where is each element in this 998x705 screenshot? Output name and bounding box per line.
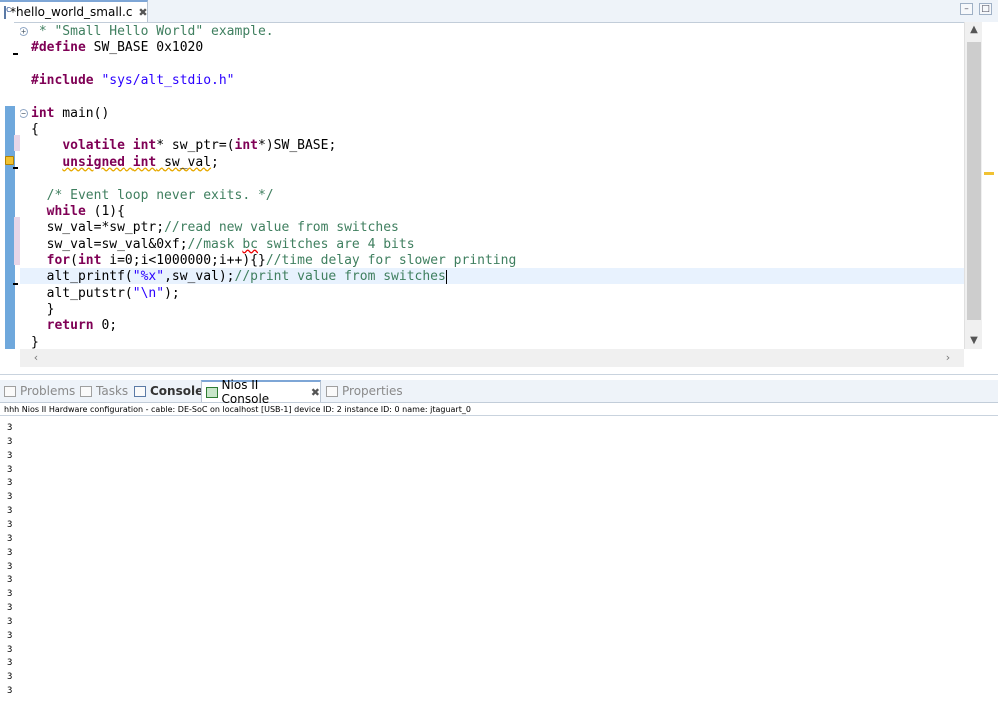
scrollbar-thumb[interactable] — [967, 42, 981, 320]
console-line: 3 — [7, 450, 13, 461]
console-header: hhh Nios II Hardware configuration - cab… — [0, 403, 998, 416]
views-tab-bar: Problems Tasks Console Nios II Console ✖… — [0, 378, 998, 406]
console-line: 3 — [7, 436, 13, 447]
console-line: 3 — [7, 575, 13, 586]
change-marker — [13, 283, 18, 285]
window-controls: – □ — [960, 3, 992, 15]
console-line: 3 — [7, 630, 13, 641]
close-icon[interactable]: ✖ — [311, 386, 320, 399]
code-line[interactable]: #include "sys/alt_stdio.h" — [31, 73, 235, 89]
editor-tab-hello-world-small[interactable]: *hello_world_small.c ✖ — [0, 0, 148, 22]
problems-icon — [4, 385, 16, 397]
console-output[interactable]: 3 3 3 3 3 3 3 3 3 3 3 3 3 3 3 3 3 3 3 3 — [0, 416, 998, 705]
tab-label: Tasks — [96, 384, 129, 398]
tab-label: Nios II Console — [221, 378, 270, 406]
vertical-ruler — [0, 22, 18, 349]
console-line: 3 — [7, 603, 13, 614]
code-line[interactable]: sw_val=*sw_ptr;//read new value from swi… — [31, 220, 399, 236]
scroll-left-arrow-icon[interactable]: ‹ — [28, 349, 44, 367]
code-line[interactable]: return 0; — [31, 318, 117, 334]
tab-tasks[interactable]: Tasks — [80, 380, 128, 402]
tasks-icon — [80, 385, 92, 397]
warning-overview-marker[interactable] — [984, 172, 994, 175]
console-icon — [134, 385, 146, 397]
tab-nios-ii-console[interactable]: Nios II Console ✖ — [201, 378, 321, 406]
editor-tab-title: *hello_world_small.c — [10, 5, 133, 19]
console-line: 3 — [7, 478, 13, 489]
code-line[interactable]: { — [31, 122, 39, 138]
console-line: 3 — [7, 464, 13, 475]
scroll-right-arrow-icon[interactable]: › — [940, 349, 956, 367]
tab-console[interactable]: Console — [134, 380, 203, 402]
code-line[interactable]: while (1){ — [31, 204, 125, 220]
scroll-up-arrow-icon[interactable]: ▲ — [965, 22, 983, 38]
console-line: 3 — [7, 519, 13, 530]
horizontal-scrollbar[interactable]: ‹ › — [20, 349, 964, 367]
code-line[interactable]: } — [31, 302, 55, 318]
vertical-scrollbar[interactable]: ▲ ▼ — [964, 22, 983, 349]
code-line[interactable]: alt_putstr("\n"); — [31, 286, 180, 302]
tab-label: Properties — [342, 384, 403, 398]
text-caret — [445, 269, 447, 284]
maximize-button[interactable]: □ — [979, 3, 992, 15]
code-line[interactable]: for(int i=0;i<1000000;i++){}//time delay… — [31, 253, 517, 269]
tab-properties[interactable]: Properties — [326, 380, 403, 402]
console-line: 3 — [7, 658, 13, 669]
change-marker — [13, 53, 18, 55]
console-line: 3 — [7, 672, 13, 683]
fold-collapse-icon[interactable]: − — [20, 108, 28, 118]
tab-problems[interactable]: Problems — [4, 380, 75, 402]
console-line: 3 — [7, 506, 13, 517]
overview-ruler — [982, 22, 998, 349]
code-area[interactable]: * "Small Hello World" example. #define SW… — [20, 22, 964, 349]
minimize-button[interactable]: – — [960, 3, 973, 15]
code-line[interactable]: } — [31, 335, 39, 349]
console-line: 3 — [7, 533, 13, 544]
editor-tab-bar: *hello_world_small.c ✖ – □ — [0, 0, 998, 23]
console-line: 3 — [7, 589, 13, 600]
console-line: 3 — [7, 492, 13, 503]
tab-label: Problems — [20, 384, 76, 398]
fold-expand-icon[interactable]: + — [20, 27, 28, 36]
code-line[interactable]: * "Small Hello World" example. — [31, 24, 274, 40]
console-line: 3 — [7, 547, 13, 558]
code-line[interactable]: sw_val=sw_val&0xf;//mask bc switches are… — [31, 237, 415, 253]
console-line: 3 — [7, 686, 13, 697]
code-line[interactable]: int main() — [31, 106, 109, 122]
console-line: 3 — [7, 616, 13, 627]
console-line: 3 — [7, 423, 13, 433]
console-line: 3 — [7, 644, 13, 655]
warning-icon[interactable] — [5, 156, 14, 165]
close-icon[interactable]: ✖ — [138, 6, 147, 19]
properties-icon — [326, 385, 338, 397]
code-line[interactable]: #define SW_BASE 0x1020 — [31, 40, 203, 56]
c-file-icon — [4, 5, 11, 19]
code-line[interactable]: alt_printf("%x",sw_val);//print value fr… — [31, 269, 447, 285]
scroll-down-arrow-icon[interactable]: ▼ — [965, 333, 983, 349]
console-line: 3 — [7, 561, 13, 572]
change-marker — [13, 167, 18, 169]
code-line[interactable]: volatile int* sw_ptr=(int*)SW_BASE; — [31, 138, 336, 154]
code-editor: *hello_world_small.c ✖ – □ * "Small Hell… — [0, 0, 998, 375]
tab-label: Console — [150, 384, 204, 398]
nios-console-icon — [206, 386, 218, 398]
code-line[interactable]: /* Event loop never exits. */ — [31, 188, 274, 204]
code-line[interactable]: unsigned int sw_val; — [31, 155, 219, 171]
